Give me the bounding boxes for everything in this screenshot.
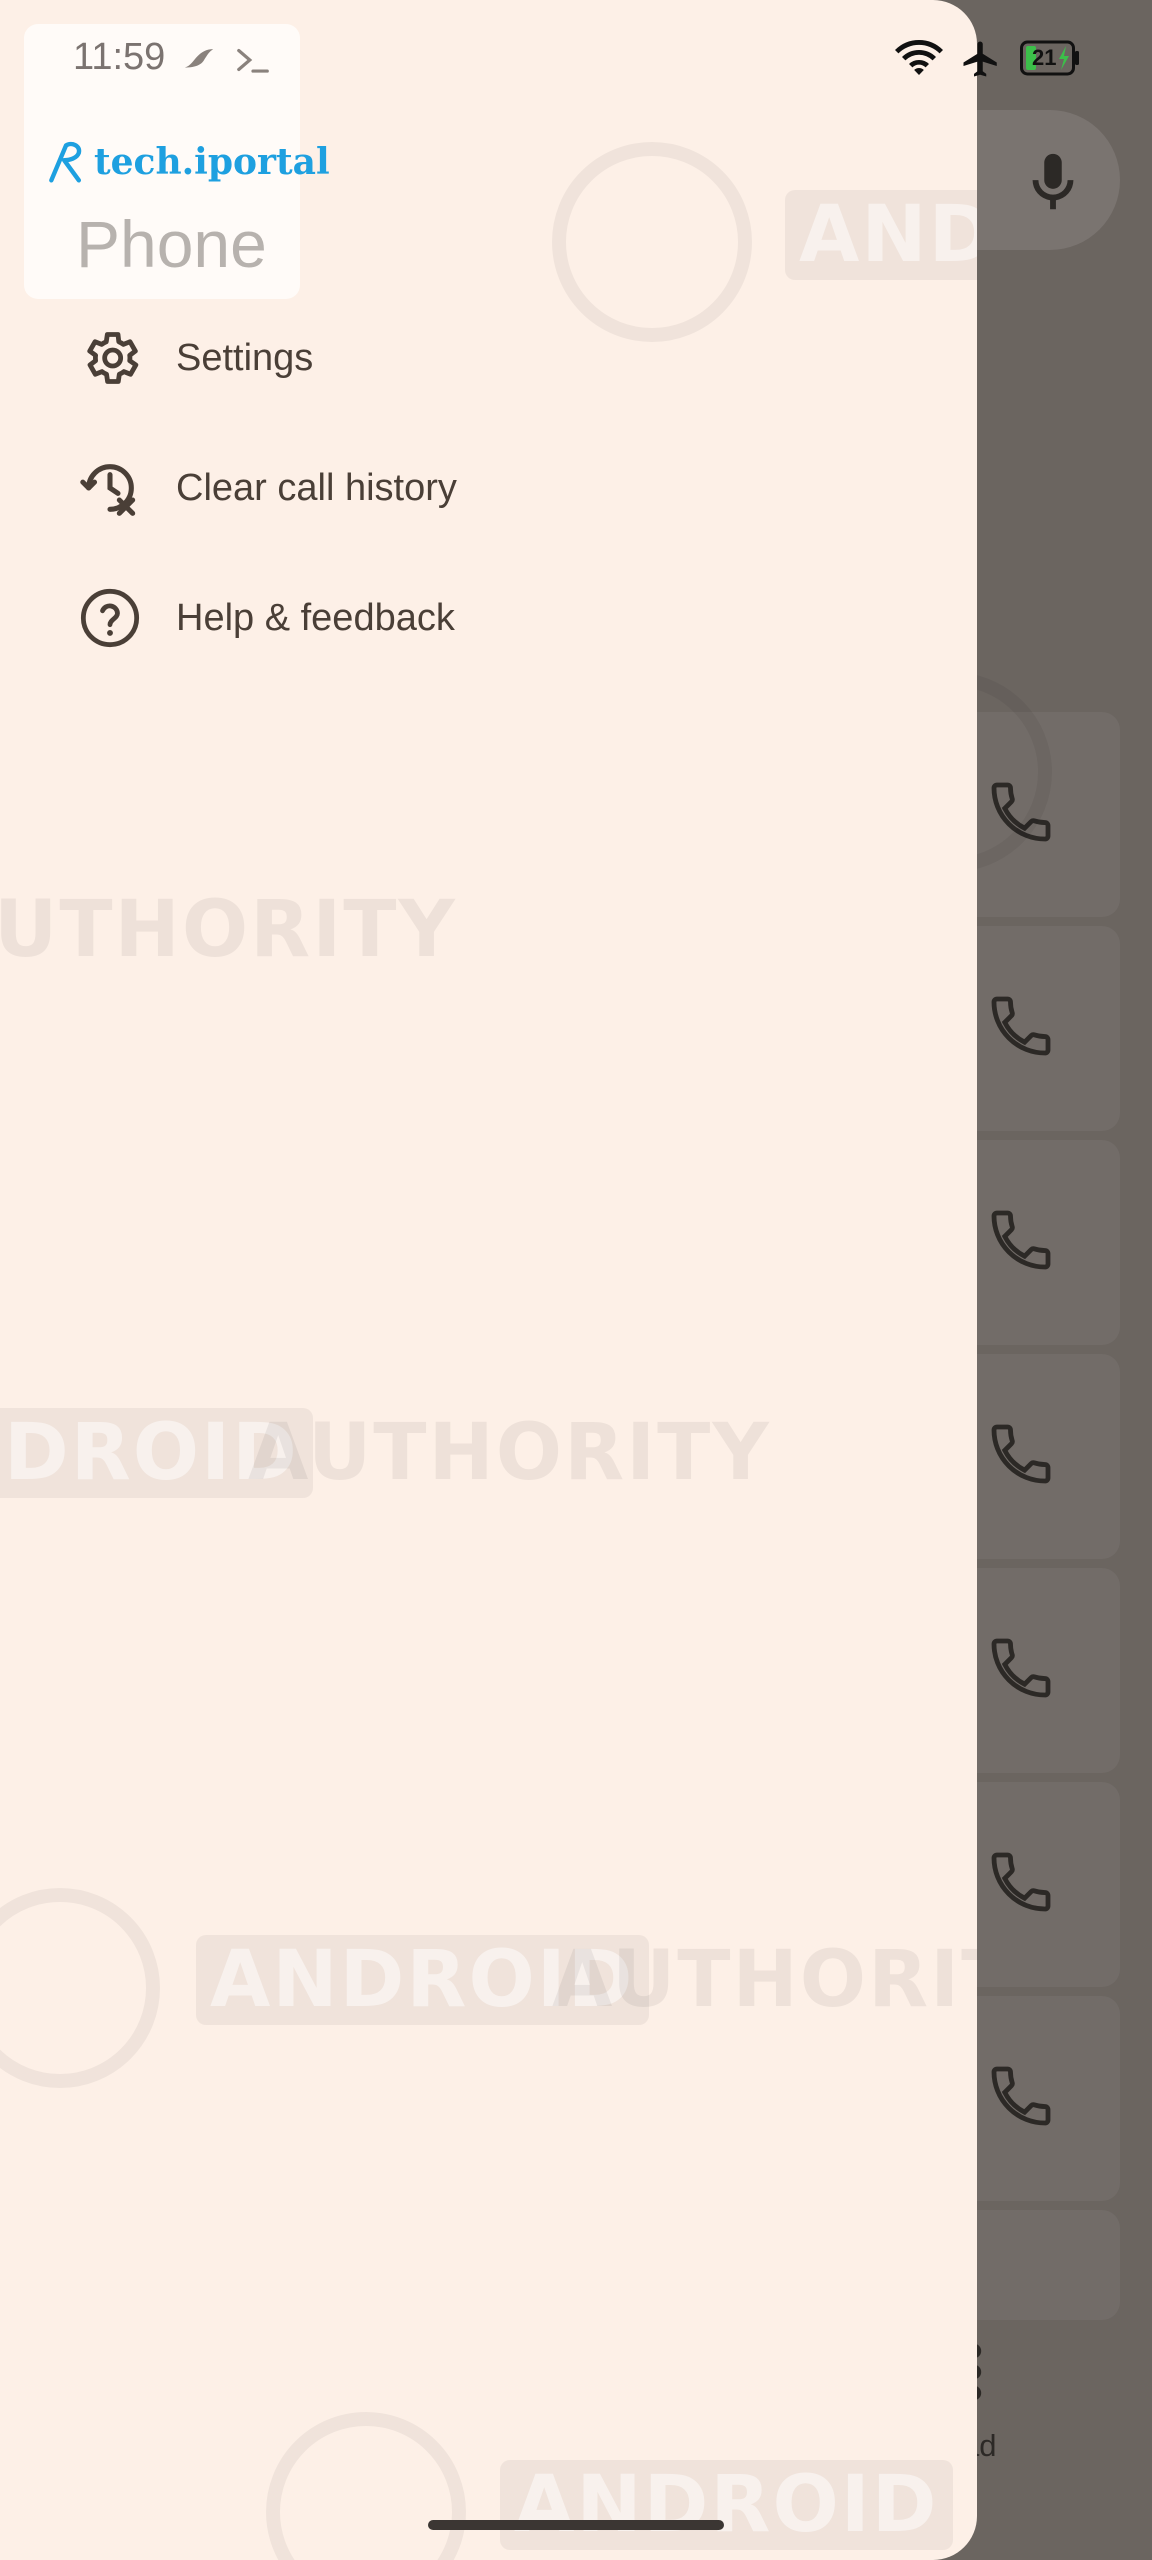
notification-bird-icon — [184, 49, 214, 68]
battery-icon: 21 — [1020, 40, 1080, 76]
brand-mark-icon — [49, 141, 82, 183]
gesture-navigation-handle[interactable] — [428, 2520, 724, 2530]
terminal-icon — [237, 48, 269, 73]
brand-logo: tech.iportal — [44, 140, 330, 184]
watermark-text: AUTHORITY — [248, 1408, 771, 1498]
menu-item-label: Settings — [176, 336, 314, 379]
airplane-icon — [963, 41, 997, 77]
status-time: 11:59 — [73, 36, 166, 78]
watermark-text: AUTHORITY — [552, 1935, 977, 2025]
app-title: Phone — [76, 207, 267, 281]
phone-icon[interactable] — [985, 990, 1057, 1062]
watermark-text: ANDROID — [500, 2460, 953, 2550]
menu-item-label: Clear call history — [176, 466, 457, 509]
history-clear-icon — [80, 464, 136, 516]
menu-item-label: Help & feedback — [176, 596, 455, 639]
navigation-drawer: ANDROID UTHORITY DROID AUTHORITY ANDROID… — [0, 0, 977, 2560]
microphone-icon[interactable] — [1018, 148, 1088, 218]
menu-item-settings[interactable]: Settings — [0, 298, 977, 418]
phone-icon[interactable] — [985, 2060, 1057, 2132]
status-bar: 11:59 21 — [0, 0, 1152, 110]
menu-item-clear-call-history[interactable]: Clear call history — [0, 428, 977, 548]
phone-icon[interactable] — [985, 1418, 1057, 1490]
watermark-logo — [0, 1888, 160, 2088]
brand-name: tech.iportal — [94, 141, 330, 183]
phone-icon[interactable] — [985, 1204, 1057, 1276]
watermark-text: UTHORITY — [0, 885, 457, 975]
help-icon — [80, 588, 140, 648]
battery-level: 21 — [1032, 45, 1057, 70]
phone-icon[interactable] — [985, 1846, 1057, 1918]
watermark-text: ANDROID — [785, 190, 977, 280]
phone-icon[interactable] — [985, 1632, 1057, 1704]
menu-item-help-feedback[interactable]: Help & feedback — [0, 558, 977, 678]
gear-icon — [87, 332, 139, 384]
watermark-logo — [266, 2412, 466, 2560]
wifi-icon — [895, 40, 943, 75]
